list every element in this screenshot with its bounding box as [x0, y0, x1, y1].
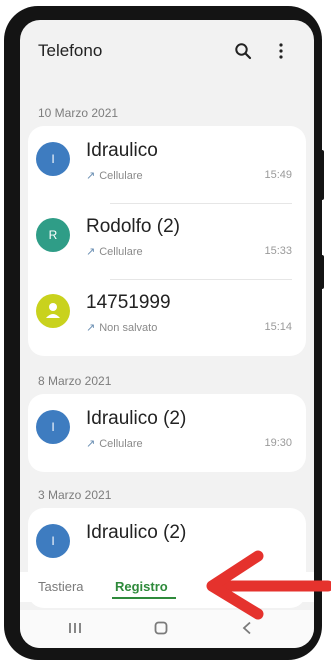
call-log-entry[interactable]: I Idraulico (2) ↗ Cellulare 19:30	[28, 396, 306, 471]
call-time: 15:14	[264, 321, 292, 333]
call-log-entry[interactable]: 14751999 ↗ Non salvato 15:14	[28, 280, 306, 355]
back-icon[interactable]	[242, 621, 252, 635]
more-vert-icon[interactable]	[278, 42, 284, 60]
tab-call-log[interactable]: Registro	[115, 579, 168, 594]
search-icon[interactable]	[234, 42, 252, 60]
call-type-label: Cellulare	[99, 246, 143, 258]
contact-avatar: I	[36, 410, 70, 444]
call-type-label: Non salvato	[99, 322, 158, 334]
date-header: 10 Marzo 2021	[38, 106, 119, 120]
outgoing-call-icon: ↗	[86, 438, 96, 450]
call-type-label: Cellulare	[99, 438, 143, 450]
call-log-card: I Idraulico ↗ Cellulare 15:49 R Rodolfo (…	[28, 126, 306, 356]
contact-name: Idraulico (2)	[86, 408, 187, 429]
outgoing-call-icon: ↗	[86, 322, 96, 334]
person-icon	[46, 303, 60, 318]
call-log-entry[interactable]: I Idraulico ↗ Cellulare 15:49	[28, 128, 306, 203]
call-type: ↗ Cellulare	[86, 169, 143, 182]
call-type: ↗ Non salvato	[86, 321, 157, 334]
app-title: Telefono	[38, 41, 103, 60]
contact-avatar: I	[36, 142, 70, 176]
call-log-card: I Idraulico (2) ↗ Cellulare 19:30	[28, 394, 306, 472]
call-log-entry[interactable]: R Rodolfo (2) ↗ Cellulare 15:33	[28, 204, 306, 279]
date-header: 8 Marzo 2021	[38, 374, 112, 388]
tab-keypad[interactable]: Tastiera	[38, 579, 84, 594]
outgoing-call-icon: ↗	[86, 170, 96, 182]
call-time: 15:49	[264, 169, 292, 181]
contact-avatar: I	[36, 524, 70, 558]
date-header: 3 Marzo 2021	[38, 488, 112, 502]
home-icon[interactable]	[154, 621, 168, 635]
call-type: ↗ Cellulare	[86, 245, 143, 258]
active-tab-indicator	[112, 597, 176, 599]
contact-avatar: R	[36, 218, 70, 252]
app-bar: Telefono	[20, 20, 314, 80]
contact-name: 14751999	[86, 292, 171, 313]
contact-avatar	[36, 294, 70, 328]
power-button	[319, 255, 324, 289]
contact-name: Idraulico (2)	[86, 522, 187, 543]
volume-button	[319, 150, 324, 200]
call-type-label: Cellulare	[99, 170, 143, 182]
contact-name: Rodolfo (2)	[86, 216, 180, 237]
red-arrow-annotation	[206, 550, 331, 620]
contact-name: Idraulico	[86, 140, 158, 161]
call-time: 15:33	[264, 245, 292, 257]
call-time: 19:30	[264, 437, 292, 449]
recent-apps-icon[interactable]	[68, 622, 82, 634]
call-type: ↗ Cellulare	[86, 437, 143, 450]
outgoing-call-icon: ↗	[86, 246, 96, 258]
